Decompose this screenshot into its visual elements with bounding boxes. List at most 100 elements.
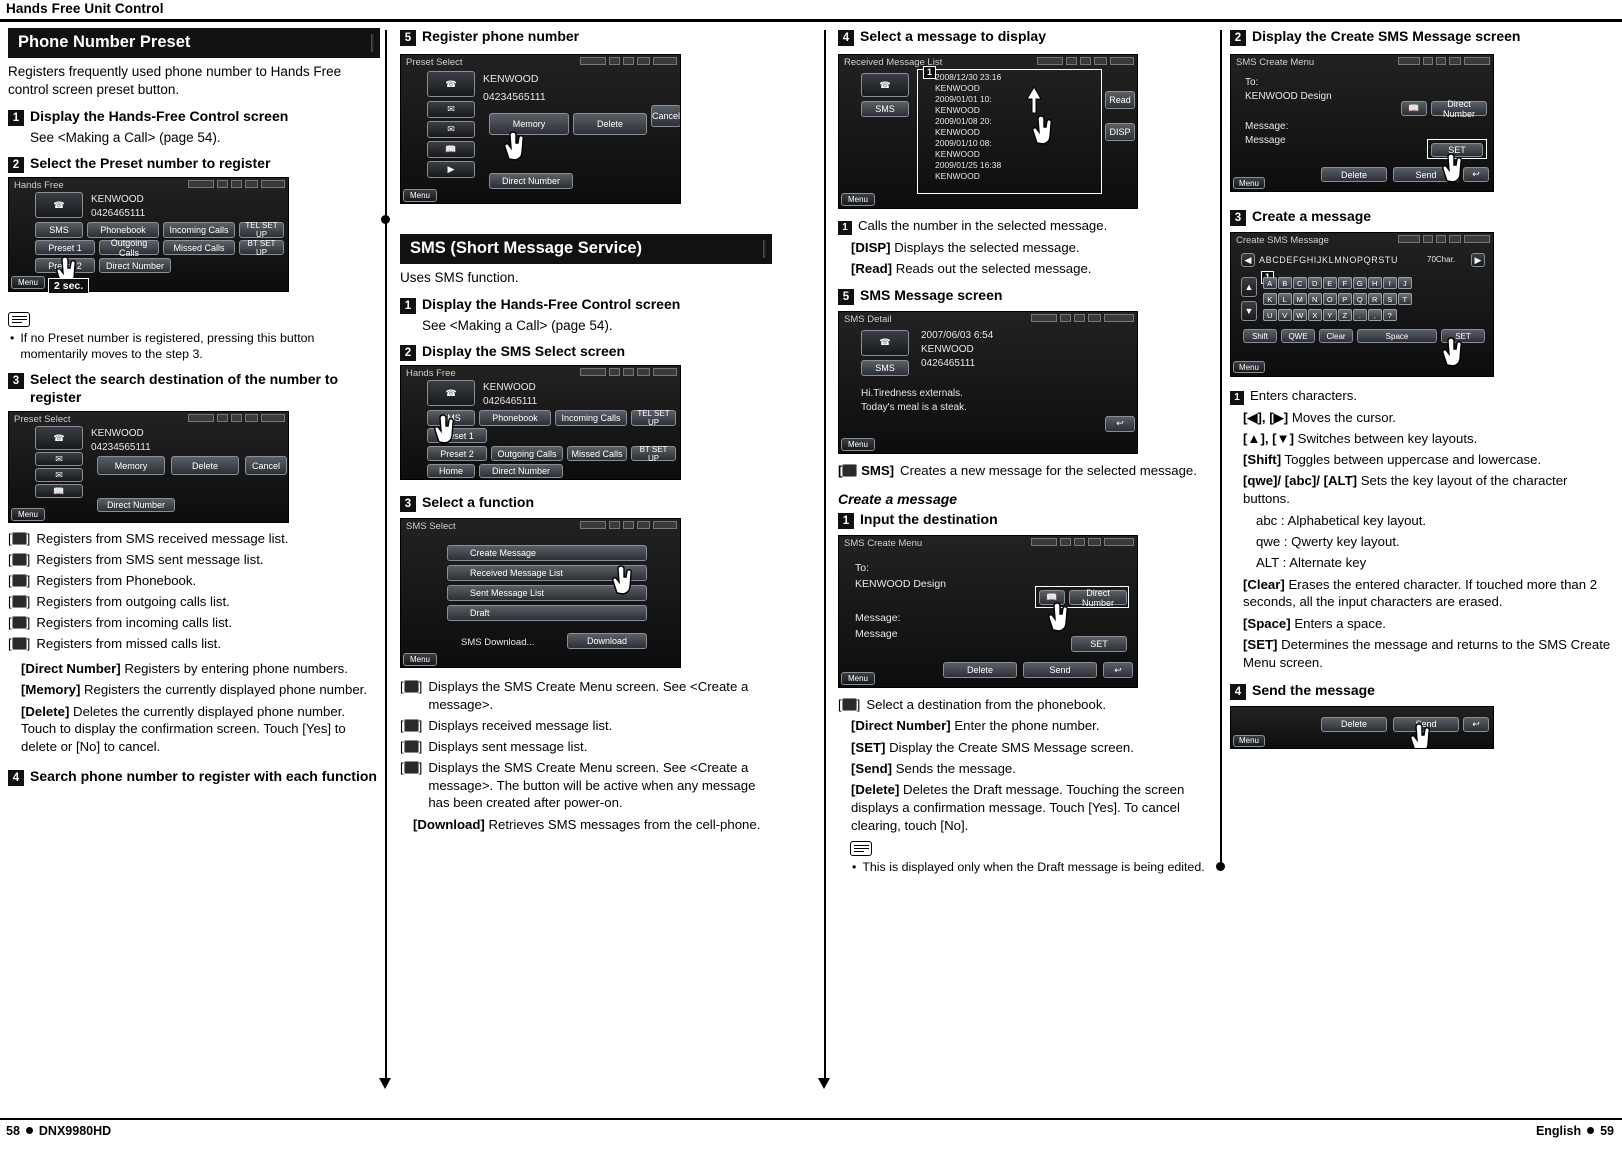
device-button-bt-setup[interactable]: BT SET UP	[239, 239, 284, 257]
device-button-menu[interactable]: Menu	[11, 276, 45, 290]
device-button-phonebook-select[interactable]: 📖	[1401, 101, 1427, 116]
key-W[interactable]: W	[1293, 309, 1307, 321]
key-G[interactable]: G	[1353, 277, 1367, 289]
key-Q[interactable]: Q	[1353, 293, 1367, 305]
device-button-clear[interactable]: Clear	[1319, 329, 1353, 343]
device-button-delete[interactable]: Delete	[171, 456, 239, 476]
device-button-menu[interactable]: Menu	[403, 653, 437, 667]
device-button-delete[interactable]: Delete	[1321, 716, 1387, 732]
device-button-cancel[interactable]: Cancel	[651, 105, 680, 127]
key-J[interactable]: J	[1398, 277, 1412, 289]
key-T[interactable]: T	[1398, 293, 1412, 305]
device-button-read[interactable]: Read	[1105, 91, 1135, 109]
device-button-menu[interactable]: Menu	[841, 193, 875, 206]
device-button-direct-number[interactable]: Direct Number	[97, 498, 175, 513]
layout-note-qwe: qwe : Qwerty key layout.	[1256, 533, 1400, 549]
device-button-direct-number[interactable]: Direct Number	[1431, 99, 1487, 119]
key-Y[interactable]: Y	[1323, 309, 1337, 321]
key-O[interactable]: O	[1323, 293, 1337, 305]
device-icon-sms-received[interactable]: ✉	[35, 452, 83, 467]
device-button-menu[interactable]: Menu	[403, 189, 437, 202]
key-X[interactable]: X	[1308, 309, 1322, 321]
device-button-menu[interactable]: Menu	[1233, 734, 1265, 747]
device-button-back[interactable]: ↩	[1103, 662, 1133, 679]
device-button-direct-number[interactable]: Direct Number	[1069, 588, 1127, 608]
key-K[interactable]: K	[1263, 293, 1277, 305]
device-layout-up-button[interactable]: ▲	[1241, 277, 1257, 297]
key-comma[interactable]: ,	[1368, 309, 1382, 321]
device-icon-sms-received[interactable]: ✉	[427, 101, 475, 118]
key-V[interactable]: V	[1278, 309, 1292, 321]
device-button-direct-number[interactable]: Direct Number	[479, 464, 563, 479]
key-I[interactable]: I	[1383, 277, 1397, 289]
device-button-set[interactable]: SET	[1071, 636, 1127, 653]
device-button-preset-1[interactable]: Preset 1	[35, 240, 95, 256]
device-button-sms[interactable]: SMS	[861, 101, 909, 117]
device-icon-phonebook[interactable]: 📖	[427, 141, 475, 158]
sms-received-icon	[11, 532, 27, 546]
device-button-sms[interactable]: SMS	[861, 359, 909, 376]
device-button-send[interactable]: Send	[1023, 662, 1097, 679]
device-button-sms[interactable]: SMS	[35, 222, 83, 239]
device-button-qwe[interactable]: QWE	[1281, 329, 1315, 343]
key-L[interactable]: L	[1278, 293, 1292, 305]
device-button-phonebook[interactable]: Phonebook	[479, 410, 551, 427]
device-button-disp[interactable]: DISP	[1105, 123, 1135, 141]
device-button-back[interactable]: ↩	[1463, 716, 1489, 732]
key-question[interactable]: ?	[1383, 309, 1397, 321]
device-layout-down-button[interactable]: ▼	[1241, 301, 1257, 321]
key-S[interactable]: S	[1383, 293, 1397, 305]
device-button-missed-calls[interactable]: Missed Calls	[567, 446, 627, 462]
device-button-preset-2[interactable]: Preset 2	[427, 446, 487, 462]
device-button-menu[interactable]: Menu	[841, 437, 875, 451]
device-item-create-message[interactable]: Create Message	[447, 545, 647, 562]
device-button-home[interactable]: Home	[427, 464, 475, 479]
key-C[interactable]: C	[1293, 277, 1307, 289]
key-R[interactable]: R	[1368, 293, 1382, 305]
device-button-menu[interactable]: Menu	[1233, 177, 1265, 189]
device-button-menu[interactable]: Menu	[1233, 361, 1265, 373]
key-D[interactable]: D	[1308, 277, 1322, 289]
device-button-delete[interactable]: Delete	[1321, 167, 1387, 182]
key-Z[interactable]: Z	[1338, 309, 1352, 321]
device-button-back[interactable]: ↩	[1105, 415, 1135, 432]
key-H[interactable]: H	[1368, 277, 1382, 289]
device-button-cancel[interactable]: Cancel	[245, 456, 287, 476]
key-N[interactable]: N	[1308, 293, 1322, 305]
key-P[interactable]: P	[1338, 293, 1352, 305]
device-button-shift[interactable]: Shift	[1243, 329, 1277, 343]
key-period[interactable]: .	[1353, 309, 1367, 321]
key-E[interactable]: E	[1323, 277, 1337, 289]
device-button-menu[interactable]: Menu	[841, 672, 875, 686]
device-button-phonebook[interactable]: Phonebook	[87, 222, 159, 239]
device-icon-outgoing[interactable]: ▶	[427, 161, 475, 178]
device-button-delete[interactable]: Delete	[943, 662, 1017, 679]
device-button-outgoing-calls[interactable]: Outgoing Calls	[491, 446, 563, 462]
device-cursor-right-button[interactable]: ▶	[1471, 253, 1485, 267]
device-button-bt-setup[interactable]: BT SET UP	[631, 445, 676, 463]
device-button-tel-setup[interactable]: TEL SET UP	[631, 409, 676, 427]
device-item-draft[interactable]: Draft	[447, 605, 647, 622]
device-button-direct-number[interactable]: Direct Number	[99, 258, 171, 274]
device-button-outgoing-calls[interactable]: Outgoing Calls	[99, 238, 159, 258]
device-icon-sms-sent[interactable]: ✉	[35, 468, 83, 483]
key-A[interactable]: A	[1263, 277, 1277, 289]
device-button-back[interactable]: ↩	[1463, 167, 1489, 182]
key-U[interactable]: U	[1263, 309, 1277, 321]
device-button-tel-setup[interactable]: TEL SET UP	[239, 221, 284, 239]
device-button-incoming-calls[interactable]: Incoming Calls	[163, 222, 235, 239]
device-button-memory[interactable]: Memory	[97, 456, 165, 476]
device-button-menu[interactable]: Menu	[11, 508, 45, 522]
device-button-space[interactable]: Space	[1357, 329, 1437, 343]
device-icon-sms-sent[interactable]: ✉	[427, 121, 475, 138]
key-B[interactable]: B	[1278, 277, 1292, 289]
device-button-delete[interactable]: Delete	[573, 113, 647, 135]
key-F[interactable]: F	[1338, 277, 1352, 289]
device-button-missed-calls[interactable]: Missed Calls	[163, 240, 235, 256]
device-button-download[interactable]: Download	[567, 633, 647, 650]
device-cursor-left-button[interactable]: ◀	[1241, 253, 1255, 267]
device-button-incoming-calls[interactable]: Incoming Calls	[555, 410, 627, 427]
device-button-direct-number[interactable]: Direct Number	[489, 173, 573, 189]
device-icon-phonebook[interactable]: 📖	[35, 484, 83, 499]
key-M[interactable]: M	[1293, 293, 1307, 305]
